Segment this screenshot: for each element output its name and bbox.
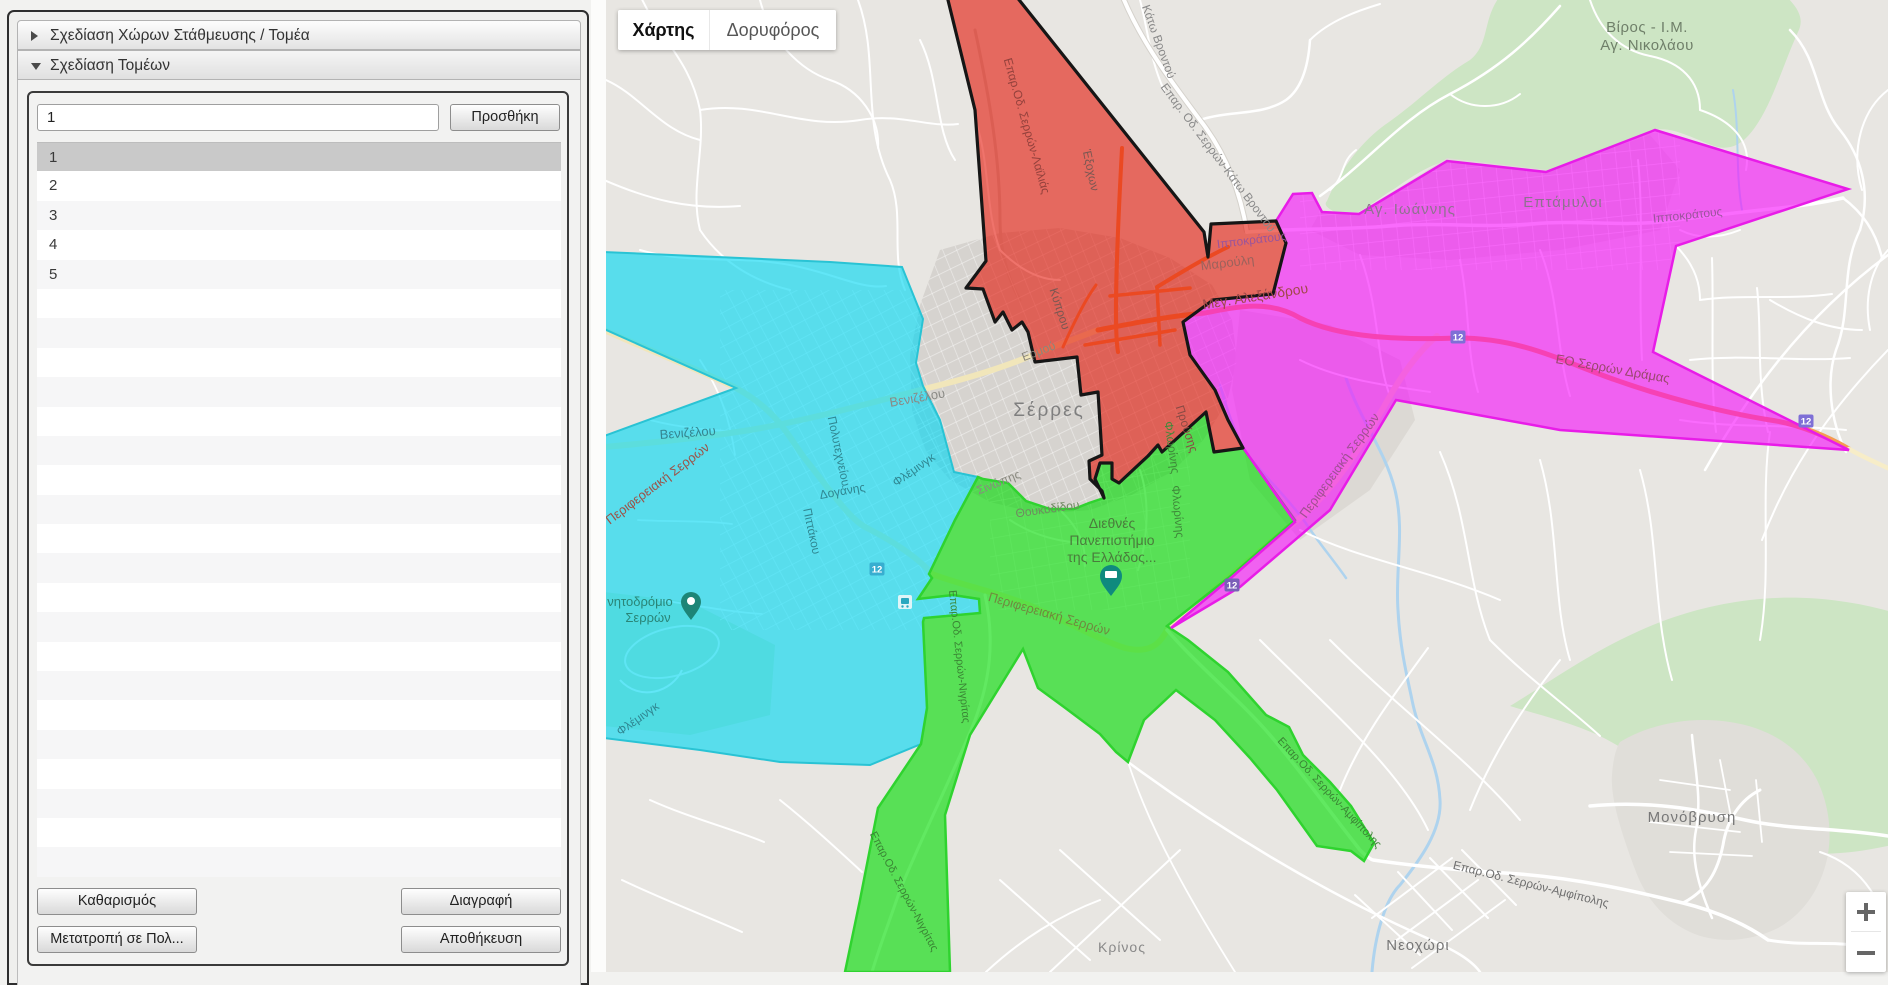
svg-text:12: 12 (872, 565, 883, 576)
svg-text:Σερρών: Σερρών (625, 610, 670, 625)
svg-text:της Ελλάδος...: της Ελλάδος... (1067, 549, 1156, 565)
svg-text:Επτάμυλοι: Επτάμυλοι (1523, 194, 1603, 211)
svg-text:Αγ. Ιωάννης: Αγ. Ιωάννης (1364, 201, 1456, 218)
svg-text:Σέρρες: Σέρρες (1013, 400, 1084, 421)
svg-text:Νεοχώρι: Νεοχώρι (1386, 937, 1450, 954)
svg-text:Μονόβρυση: Μονόβρυση (1648, 809, 1737, 826)
svg-text:12: 12 (1227, 581, 1238, 592)
svg-text:12: 12 (1453, 333, 1464, 344)
svg-text:νητοδρόμιο: νητοδρόμιο (607, 594, 672, 609)
svg-text:Πανεπιστήμιο: Πανεπιστήμιο (1069, 532, 1154, 548)
svg-text:Διεθνές: Διεθνές (1089, 515, 1136, 531)
svg-text:Αγ. Νικολάου: Αγ. Νικολάου (1600, 37, 1694, 54)
svg-text:12: 12 (1801, 417, 1812, 428)
svg-text:Κρίνος: Κρίνος (1098, 939, 1146, 955)
svg-text:Βίρος - Ι.Μ.: Βίρος - Ι.Μ. (1606, 19, 1688, 36)
